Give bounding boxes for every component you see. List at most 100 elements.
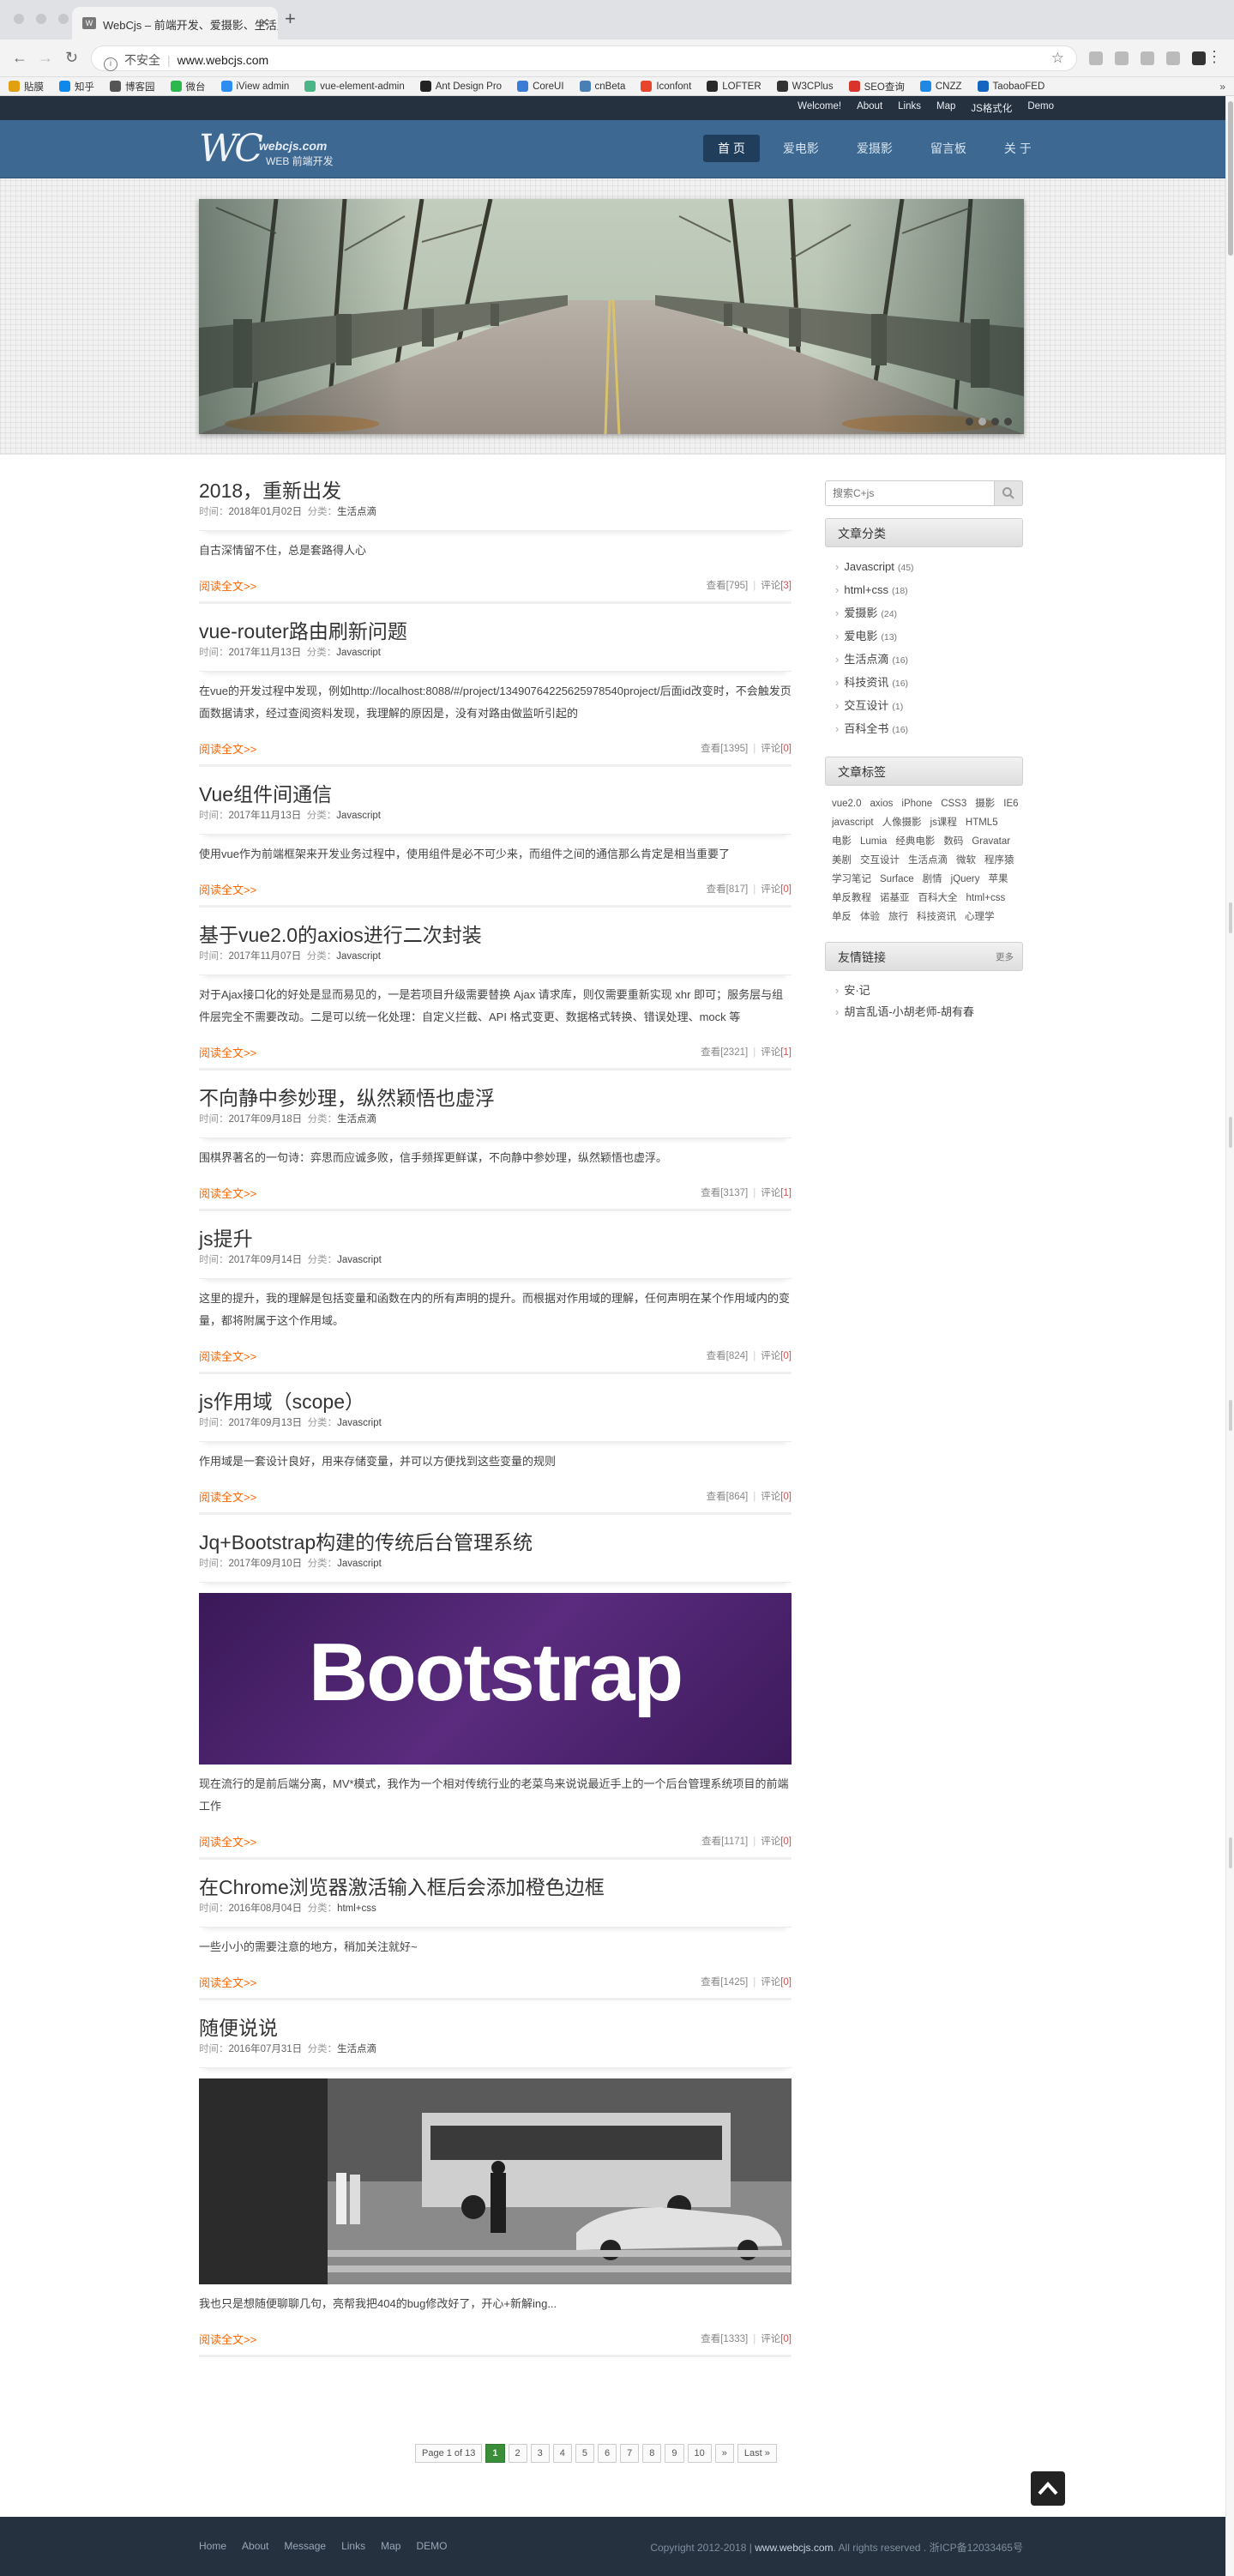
- comments-count[interactable]: [0]: [780, 1492, 792, 1502]
- post-category[interactable]: Javascript: [336, 648, 381, 658]
- top-link[interactable]: Welcome!: [798, 101, 841, 115]
- post-title[interactable]: 基于vue2.0的axios进行二次封装: [199, 921, 792, 949]
- comments-count[interactable]: [3]: [780, 581, 792, 591]
- comments-count[interactable]: [0]: [780, 1977, 792, 1988]
- comments-label[interactable]: 评论: [761, 1188, 780, 1198]
- tag-link[interactable]: 苹果: [989, 870, 1008, 889]
- window-controls[interactable]: [14, 14, 69, 24]
- bookmark-item[interactable]: TaobaoFED: [977, 81, 1044, 92]
- friend-link[interactable]: 胡言乱语-小胡老师-胡有春: [844, 1005, 974, 1018]
- tag-link[interactable]: HTML5: [966, 813, 998, 832]
- tag-link[interactable]: 剧情: [923, 870, 942, 889]
- post-category[interactable]: Javascript: [336, 811, 381, 821]
- bookmark-item[interactable]: SEO查询: [848, 80, 905, 94]
- next-page-button[interactable]: »: [714, 2444, 734, 2463]
- tag-link[interactable]: 学习笔记: [832, 870, 871, 889]
- tab-close-icon[interactable]: ✕: [259, 15, 269, 30]
- post-title[interactable]: vue-router路由刷新问题: [199, 618, 792, 645]
- read-more-link[interactable]: 阅读全文>>: [199, 1185, 256, 1201]
- category-name[interactable]: 科技资讯: [844, 676, 888, 689]
- tag-link[interactable]: Lumia: [860, 832, 887, 851]
- extension-icon[interactable]: [1115, 51, 1129, 65]
- comments-count[interactable]: [0]: [780, 1351, 792, 1361]
- bookmark-item[interactable]: 貼膜: [9, 80, 44, 94]
- tag-link[interactable]: html+css: [966, 889, 1006, 908]
- comments-count[interactable]: [0]: [780, 884, 792, 895]
- tag-link[interactable]: Gravatar: [972, 832, 1010, 851]
- bookmark-item[interactable]: 知乎: [59, 80, 94, 94]
- post-category[interactable]: Javascript: [337, 1559, 382, 1569]
- comments-count[interactable]: [1]: [780, 1188, 792, 1198]
- category-item[interactable]: › 爱摄影 (24): [835, 602, 1023, 625]
- back-to-top-button[interactable]: [1031, 2471, 1065, 2506]
- category-name[interactable]: html+css: [844, 583, 888, 596]
- page-number[interactable]: 8: [642, 2444, 662, 2463]
- comments-count[interactable]: [0]: [780, 744, 792, 754]
- top-link[interactable]: About: [857, 101, 882, 115]
- bookmark-star-icon[interactable]: ☆: [1051, 50, 1064, 67]
- page-number[interactable]: 6: [598, 2444, 617, 2463]
- tag-link[interactable]: jQuery: [951, 870, 980, 889]
- post-category[interactable]: html+css: [337, 1903, 376, 1914]
- site-logo[interactable]: WC webcjs.com WEB 前端开发: [199, 130, 370, 170]
- page-scrollbar[interactable]: [1225, 96, 1234, 2576]
- category-name[interactable]: 爱摄影: [844, 606, 877, 619]
- comments-count[interactable]: [0]: [780, 1837, 792, 1847]
- footer-link[interactable]: Message: [284, 2540, 326, 2552]
- slider-dot[interactable]: [978, 418, 986, 425]
- read-more-link[interactable]: 阅读全文>>: [199, 1488, 256, 1505]
- post-title[interactable]: 不向静中参妙理，纵然颖悟也虚浮: [199, 1084, 792, 1112]
- tag-link[interactable]: 百科大全: [918, 889, 958, 908]
- zoom-window-button[interactable]: [58, 14, 69, 24]
- post-category[interactable]: Javascript: [337, 1418, 382, 1428]
- footer-link[interactable]: Home: [199, 2540, 226, 2552]
- comments-count[interactable]: [0]: [780, 2334, 792, 2344]
- extension-icon[interactable]: [1166, 51, 1180, 65]
- read-more-link[interactable]: 阅读全文>>: [199, 577, 256, 594]
- comments-label[interactable]: 评论: [761, 1977, 780, 1988]
- comments-label[interactable]: 评论: [761, 2334, 780, 2344]
- category-item[interactable]: › 交互设计 (1): [835, 695, 1023, 718]
- bookmark-item[interactable]: vue-element-admin: [304, 81, 405, 92]
- tag-link[interactable]: 诺基亚: [880, 889, 910, 908]
- close-window-button[interactable]: [14, 14, 24, 24]
- post-title[interactable]: 2018，重新出发: [199, 477, 792, 504]
- footer-link[interactable]: DEMO: [416, 2540, 447, 2552]
- post-title[interactable]: 随便说说: [199, 2014, 792, 2042]
- bookmark-item[interactable]: CoreUI: [517, 81, 564, 92]
- minimize-window-button[interactable]: [36, 14, 46, 24]
- browser-tab[interactable]: W WebCjs – 前端开发、爱摄影、生活点滴 ✕: [72, 7, 278, 39]
- tag-link[interactable]: 经典电影: [895, 832, 935, 851]
- friend-link-item[interactable]: › 胡言乱语-小胡老师-胡有春: [835, 1001, 1023, 1023]
- post-image[interactable]: Bootstrap: [199, 1593, 792, 1765]
- slider-dot[interactable]: [1004, 418, 1012, 425]
- tag-link[interactable]: 生活点滴: [908, 851, 948, 870]
- scrollbar-thumb[interactable]: [1228, 101, 1233, 256]
- forward-arrow-icon[interactable]: →: [38, 48, 53, 67]
- nav-item[interactable]: 关 于: [990, 135, 1046, 162]
- post-title[interactable]: Vue组件间通信: [199, 781, 792, 808]
- tag-link[interactable]: 电影: [832, 832, 852, 851]
- new-tab-button[interactable]: +: [285, 9, 296, 28]
- tag-link[interactable]: Surface: [880, 870, 914, 889]
- extension-icon[interactable]: [1192, 51, 1206, 65]
- tag-link[interactable]: iPhone: [901, 794, 932, 813]
- bookmark-item[interactable]: W3CPlus: [776, 81, 834, 92]
- tag-link[interactable]: 单反教程: [832, 889, 871, 908]
- top-link[interactable]: Map: [936, 101, 955, 115]
- page-number[interactable]: 4: [552, 2444, 572, 2463]
- page-number[interactable]: 7: [620, 2444, 640, 2463]
- top-link[interactable]: JS格式化: [971, 101, 1012, 115]
- category-item[interactable]: › 生活点滴 (16): [835, 649, 1023, 672]
- bookmark-item[interactable]: Iconfont: [641, 81, 691, 92]
- post-title[interactable]: js作用域（scope）: [199, 1388, 792, 1415]
- links-more-link[interactable]: 更多: [996, 943, 1014, 972]
- comments-count[interactable]: [1]: [780, 1047, 792, 1058]
- page-number[interactable]: 10: [687, 2444, 712, 2463]
- reload-icon[interactable]: ↻: [65, 48, 78, 67]
- browser-menu-icon[interactable]: ⋮: [1207, 48, 1222, 66]
- post-image[interactable]: [199, 2078, 792, 2284]
- nav-item[interactable]: 留言板: [916, 135, 981, 162]
- tag-link[interactable]: 体验: [860, 908, 880, 926]
- last-page-button[interactable]: Last »: [737, 2444, 777, 2463]
